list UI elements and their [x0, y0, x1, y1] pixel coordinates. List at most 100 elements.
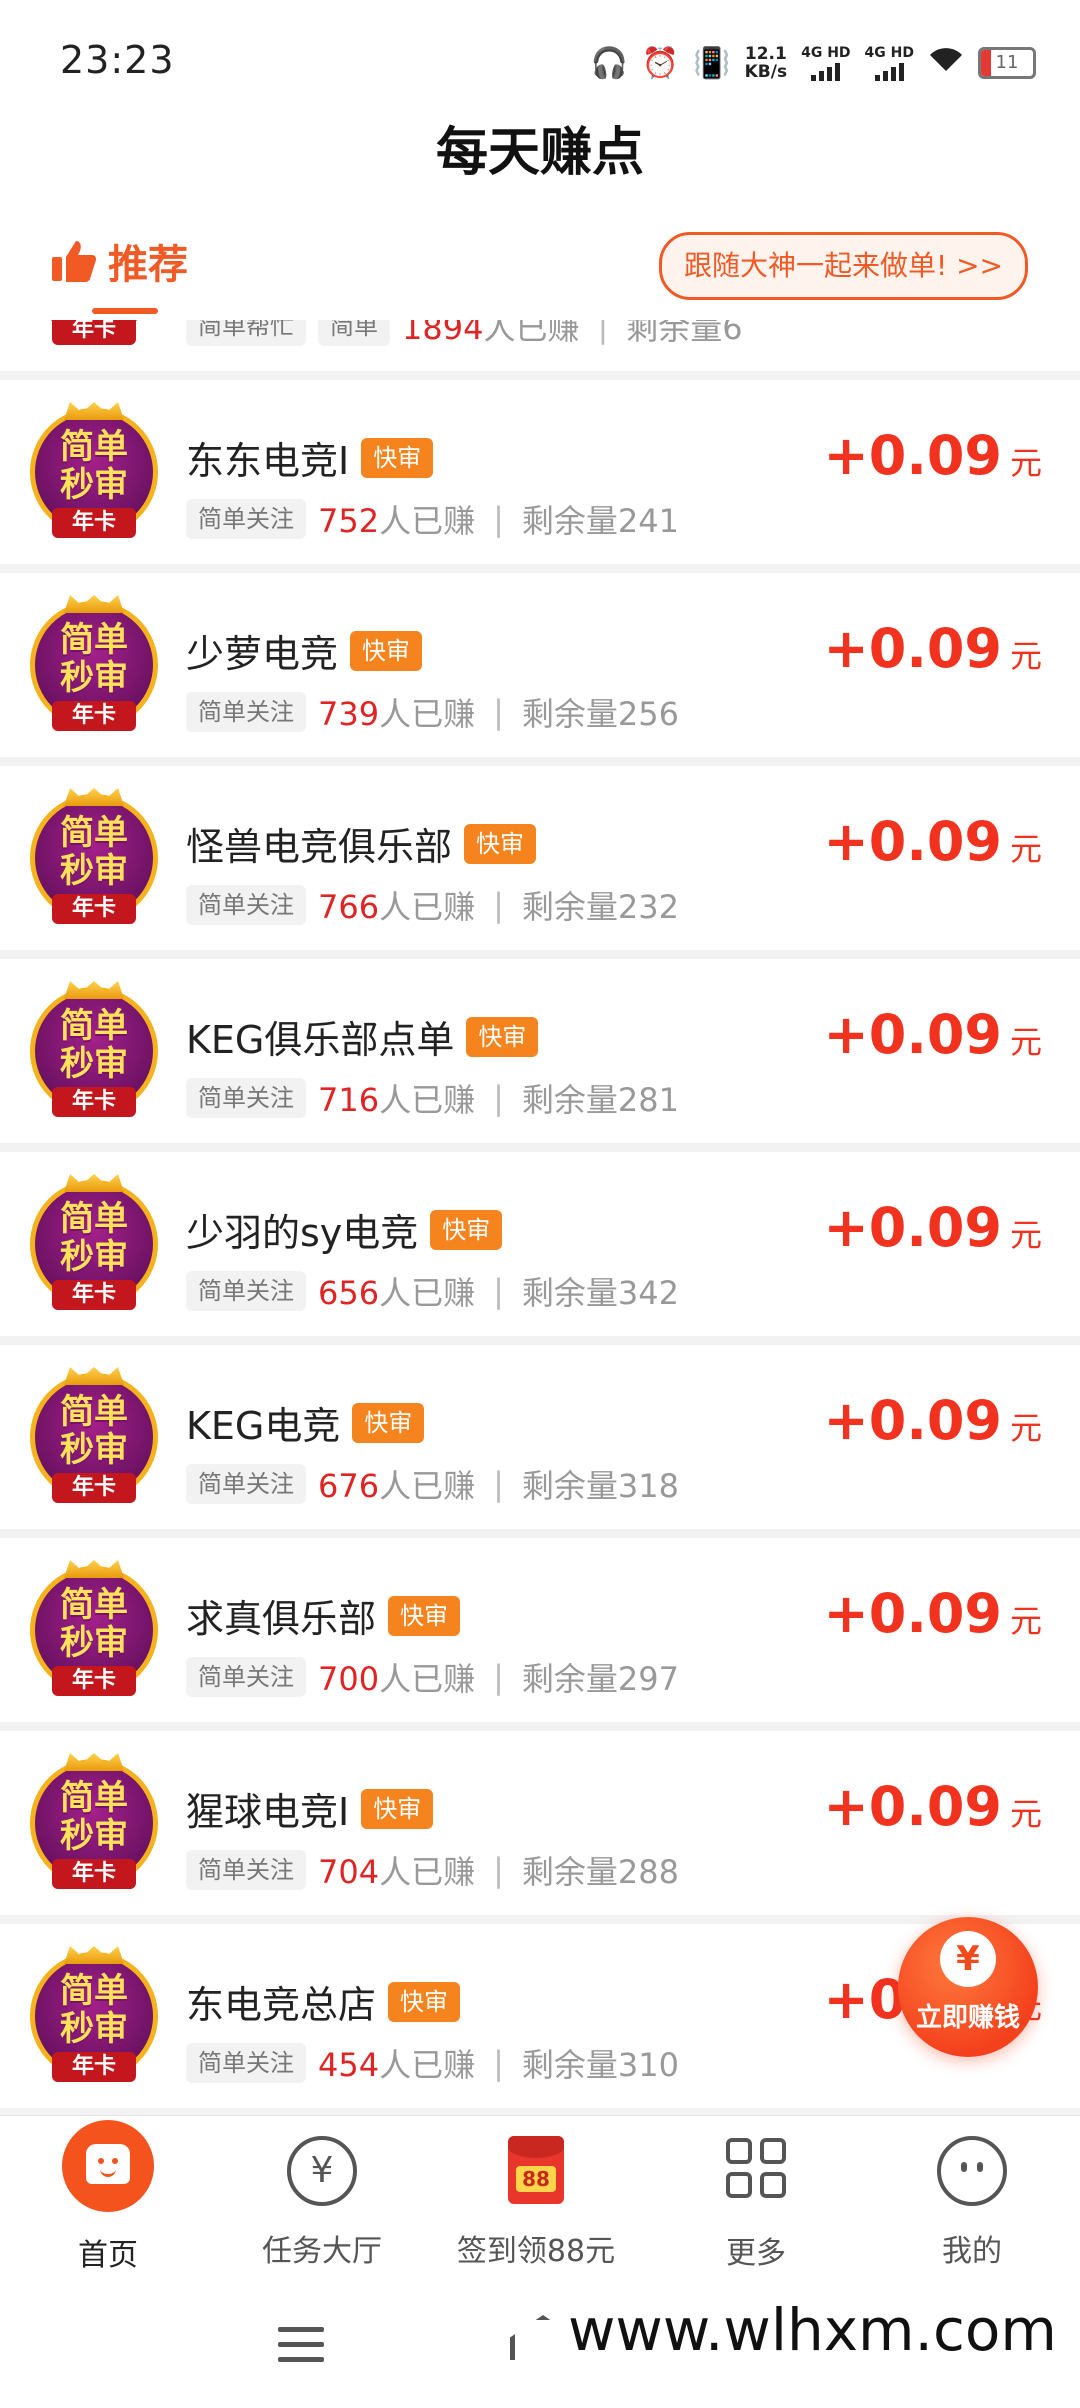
task-meta: 简单关注 656人已赚 | 剩余量342 — [186, 1268, 679, 1314]
reward-amount: +0.09 — [823, 1582, 1002, 1645]
badge-text: 简单 秒审 — [24, 1393, 164, 1469]
remaining-count: 剩余量342 — [521, 1274, 679, 1312]
nav-home[interactable]: 首页 — [8, 2120, 208, 2274]
task-name: KEG电竞 — [186, 1404, 341, 1448]
task-title-row: 东东电竞I 快审 — [186, 430, 434, 485]
status-time: 23:23 — [60, 38, 175, 82]
task-reward: +0.09 元 — [824, 424, 1043, 487]
earn-now-button[interactable]: ¥ 立即赚钱 — [898, 1917, 1038, 2057]
task-title-row: 猩球电竞I 快审 — [186, 1781, 434, 1836]
badge-line2: 秒审 — [60, 1623, 128, 1663]
task-title-row: KEG俱乐部点单 快审 — [186, 1009, 539, 1064]
task-type-chip: 简单关注 — [186, 1271, 306, 1311]
fast-review-tag: 快审 — [361, 437, 434, 478]
nav-mine[interactable]: 我的 — [872, 2132, 1072, 2270]
task-name: 东东电竞I — [186, 439, 350, 483]
earned-count: 700人已赚 — [318, 1654, 475, 1700]
task-list[interactable]: 年卡 简单帮忙 快审 简单帮忙 简单 1894人已赚 | 剩余量6 +1 元 简… — [0, 320, 1080, 2115]
remaining-count: 剩余量288 — [521, 1853, 679, 1891]
reward-unit: 元 — [1009, 1409, 1042, 1447]
divider: | — [597, 320, 609, 345]
task-name: 少萝电竞 — [186, 632, 339, 676]
task-list-item[interactable]: 简单 秒审 年卡 怪兽电竞俱乐部 快审 简单关注 766人已赚 | 剩余量232… — [0, 766, 1080, 950]
reward-amount: +0.09 — [823, 1389, 1002, 1452]
annual-card-badge-icon: 简单 秒审 年卡 — [24, 1753, 164, 1893]
task-meta: 简单关注 454人已赚 | 剩余量310 — [186, 2040, 679, 2086]
divider: | — [493, 1658, 504, 1696]
earned-count: 656人已赚 — [318, 1268, 475, 1314]
remaining-count: 剩余量310 — [521, 2046, 679, 2084]
net-speed: 12.1 KB/s — [745, 45, 787, 81]
badge-text: 简单 秒审 — [24, 1200, 164, 1276]
divider: | — [493, 500, 504, 538]
nav-mine-label: 我的 — [942, 2234, 1002, 2269]
nav-more-label: 更多 — [726, 2236, 786, 2271]
badge-line1: 简单 — [60, 1585, 128, 1625]
task-list-item[interactable]: 年卡 简单帮忙 快审 简单帮忙 简单 1894人已赚 | 剩余量6 +1 元 — [0, 320, 1080, 371]
tab-recommend-label: 推荐 — [108, 242, 188, 288]
divider: | — [493, 693, 504, 731]
yen-circle-icon: ¥ — [287, 2136, 357, 2206]
task-type-chip: 简单关注 — [186, 1850, 306, 1890]
earned-count: 676人已赚 — [318, 1461, 475, 1507]
task-meta: 简单关注 704人已赚 | 剩余量288 — [186, 1847, 679, 1893]
nav-task-hall-label: 任务大厅 — [262, 2234, 382, 2269]
badge-line1: 简单 — [60, 1778, 128, 1818]
task-list-item[interactable]: 简单 秒审 年卡 少羽的sy电竞 快审 简单关注 656人已赚 | 剩余量342… — [0, 1152, 1080, 1336]
face-icon — [937, 2136, 1007, 2206]
task-meta: 简单关注 752人已赚 | 剩余量241 — [186, 496, 679, 542]
badge-line1: 简单 — [60, 1006, 128, 1046]
annual-card-badge-icon: 简单 秒审 年卡 — [24, 1560, 164, 1700]
reward-unit: 元 — [1009, 1602, 1042, 1640]
badge-text: 简单 秒审 — [24, 1972, 164, 2048]
earned-count-number: 676 — [318, 1467, 380, 1505]
menu-icon[interactable] — [278, 2327, 324, 2372]
annual-card-ribbon: 年卡 — [52, 1666, 136, 1696]
task-type-chip: 简单关注 — [186, 1657, 306, 1697]
task-list-item[interactable]: 简单 秒审 年卡 求真俱乐部 快审 简单关注 700人已赚 | 剩余量297 +… — [0, 1538, 1080, 1722]
earned-count: 1894人已赚 — [402, 320, 579, 349]
nav-more[interactable]: 更多 — [656, 2132, 856, 2272]
reward-amount: +0.09 — [823, 1196, 1002, 1259]
reward-amount: +0.09 — [823, 617, 1002, 680]
net-speed-value: 12.1 — [744, 44, 787, 64]
task-list-item[interactable]: 简单 秒审 年卡 KEG电竞 快审 简单关注 676人已赚 | 剩余量318 +… — [0, 1345, 1080, 1529]
reward-unit: 元 — [1009, 1795, 1042, 1833]
task-name: 东电竞总店 — [186, 1983, 377, 2027]
reward-amount: +0.09 — [823, 810, 1002, 873]
annual-card-ribbon: 年卡 — [52, 1473, 136, 1503]
follow-master-button[interactable]: 跟随大神一起来做单! >> — [658, 232, 1028, 300]
earned-count-suffix: 人已赚 — [379, 1467, 476, 1505]
earned-count-suffix: 人已赚 — [379, 1081, 476, 1119]
watermark: www.wlhxm.com — [560, 2296, 1065, 2364]
fast-review-tag: 快审 — [352, 1402, 425, 1443]
sim1-signal-icon: 4G HD — [801, 45, 851, 81]
task-list-item[interactable]: 简单 秒审 年卡 KEG俱乐部点单 快审 简单关注 716人已赚 | 剩余量28… — [0, 959, 1080, 1143]
earned-count-suffix: 人已赚 — [379, 1660, 476, 1698]
task-list-item[interactable]: 简单 秒审 年卡 东东电竞I 快审 简单关注 752人已赚 | 剩余量241 +… — [0, 380, 1080, 564]
fast-review-tag: 快审 — [350, 630, 423, 671]
battery-icon: 11 — [978, 47, 1036, 79]
earned-count: 766人已赚 — [318, 882, 475, 928]
earned-count: 716人已赚 — [318, 1075, 475, 1121]
badge-text: 简单 秒审 — [24, 428, 164, 504]
annual-card-badge-icon: 简单 秒审 年卡 — [24, 1946, 164, 2086]
annual-card-ribbon: 年卡 — [52, 894, 136, 924]
badge-line2: 秒审 — [60, 2009, 128, 2049]
task-type-chip: 简单 — [318, 320, 390, 346]
task-reward: +0.09 元 — [824, 810, 1043, 873]
nav-task-hall[interactable]: ¥ 任务大厅 — [222, 2132, 422, 2270]
battery-level: 11 — [995, 52, 1019, 73]
annual-card-badge-icon: 简单 秒审 年卡 — [24, 981, 164, 1121]
tab-recommend[interactable]: 推荐 — [50, 232, 188, 290]
remaining-count: 剩余量318 — [521, 1467, 679, 1505]
nav-signin[interactable]: 88 签到领88元 — [436, 2132, 636, 2270]
task-title-row: 东电竞总店 快审 — [186, 1974, 461, 2029]
net-speed-unit: KB/s — [744, 62, 788, 82]
reward-amount: +0.09 — [823, 1003, 1002, 1066]
annual-card-ribbon: 年卡 — [52, 2052, 136, 2082]
task-reward: +0.09 元 — [824, 1582, 1043, 1645]
badge-line1: 简单 — [60, 427, 128, 467]
task-list-item[interactable]: 简单 秒审 年卡 少萝电竞 快审 简单关注 739人已赚 | 剩余量256 +0… — [0, 573, 1080, 757]
task-list-item[interactable]: 简单 秒审 年卡 猩球电竞I 快审 简单关注 704人已赚 | 剩余量288 +… — [0, 1731, 1080, 1915]
